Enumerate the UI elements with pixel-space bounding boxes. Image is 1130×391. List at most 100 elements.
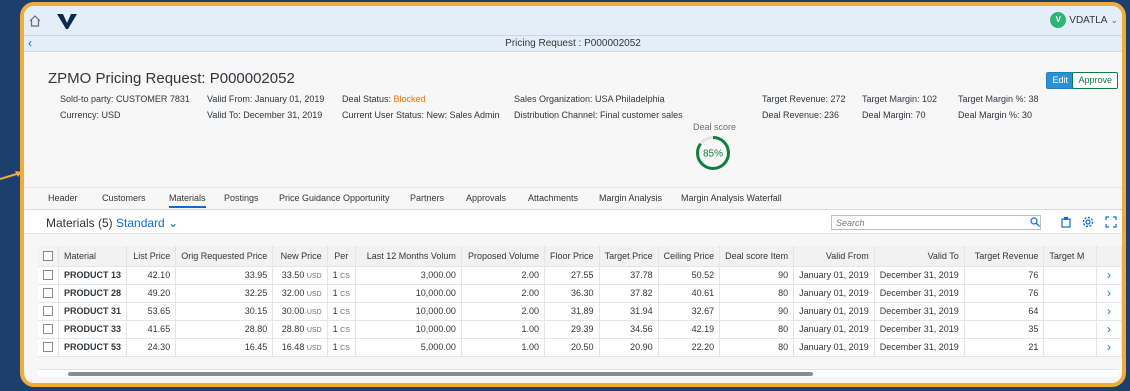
- new-price-value: 33.50: [281, 270, 305, 280]
- chevron-right-icon[interactable]: ›: [1096, 338, 1122, 357]
- variant-selector[interactable]: Standard ⌄: [116, 216, 178, 230]
- new-price-value: 28.80: [281, 324, 305, 334]
- brand-logo[interactable]: [56, 11, 78, 31]
- tab-materials[interactable]: Materials: [169, 193, 206, 208]
- user-menu[interactable]: V VDATLA ⌄: [1050, 12, 1118, 28]
- cell-target-margin: [1043, 320, 1097, 339]
- column-header[interactable]: Target Revenue: [964, 246, 1045, 267]
- column-header[interactable]: Per: [327, 246, 356, 267]
- shell-bar: V VDATLA ⌄: [24, 6, 1122, 36]
- chevron-right-icon[interactable]: ›: [1096, 320, 1122, 339]
- gear-icon[interactable]: [1082, 216, 1094, 228]
- user-name: VDATLA: [1069, 14, 1108, 26]
- table-toolbar: Materials (5) Standard ⌄: [24, 210, 1122, 234]
- sales-organization: Sales Organization: USA Philadelphia: [514, 94, 665, 104]
- approve-button[interactable]: Approve: [1072, 72, 1118, 89]
- per-value: 1: [332, 270, 338, 280]
- home-icon[interactable]: [28, 14, 42, 28]
- table-row[interactable]: PRODUCT 53 24.30 16.45 16.48 USD 1 CS 5,000.0…: [38, 338, 1122, 357]
- tab-postings[interactable]: Postings: [224, 193, 259, 203]
- tab-partners[interactable]: Partners: [410, 193, 444, 203]
- cell-new-price: 30.00 USD: [272, 302, 328, 321]
- cell-valid-from: January 01, 2019: [793, 266, 875, 285]
- horizontal-scrollbar[interactable]: [38, 369, 1118, 377]
- back-icon[interactable]: ‹: [28, 36, 32, 51]
- deal-score-value: 85%: [703, 149, 723, 160]
- tab-attachments[interactable]: Attachments: [528, 193, 578, 203]
- tab-header[interactable]: Header: [48, 193, 78, 203]
- chevron-right-icon[interactable]: ›: [1096, 266, 1122, 285]
- cell-target-margin: [1043, 302, 1097, 321]
- fullscreen-icon[interactable]: [1105, 216, 1117, 228]
- cell-target-revenue: 64: [964, 302, 1045, 321]
- row-checkbox[interactable]: [38, 284, 59, 303]
- cell-floor: 27.55: [544, 266, 600, 285]
- column-header[interactable]: Target M: [1043, 246, 1097, 267]
- cell-last12: 5,000.00: [355, 338, 462, 357]
- tab-customers[interactable]: Customers: [102, 193, 146, 203]
- cell-target: 31.94: [599, 302, 659, 321]
- edit-button[interactable]: Edit: [1046, 72, 1074, 89]
- deal-revenue: Deal Revenue: 236: [762, 110, 840, 120]
- currency-unit: USD: [306, 309, 322, 316]
- cell-per: 1 CS: [327, 302, 356, 321]
- chevron-right-icon[interactable]: ›: [1096, 284, 1122, 303]
- cell-target: 34.56: [599, 320, 659, 339]
- column-header[interactable]: New Price: [272, 246, 328, 267]
- cell-ceiling: 40.61: [658, 284, 721, 303]
- column-header[interactable]: List Price: [126, 246, 177, 267]
- row-checkbox[interactable]: [38, 266, 59, 285]
- chevron-right-icon[interactable]: ›: [1096, 302, 1122, 321]
- cell-list-price: 42.10: [126, 266, 177, 285]
- cell-target-revenue: 21: [964, 338, 1045, 357]
- column-header[interactable]: Deal score Item: [719, 246, 795, 267]
- cell-per: 1 CS: [327, 320, 356, 339]
- column-header[interactable]: Valid To: [874, 246, 965, 267]
- column-header[interactable]: Orig Requested Price: [175, 246, 274, 267]
- search-icon[interactable]: [1030, 217, 1040, 227]
- column-header[interactable]: Target Price: [599, 246, 659, 267]
- column-header[interactable]: Material: [58, 246, 128, 267]
- deal-margin: Deal Margin: 70: [862, 110, 926, 120]
- valid-from: Valid From: January 01, 2019: [207, 94, 325, 104]
- cell-target: 37.78: [599, 266, 659, 285]
- cell-material: PRODUCT 28: [58, 284, 128, 303]
- tab-margin-analysis[interactable]: Margin Analysis: [599, 193, 662, 203]
- column-header[interactable]: Floor Price: [544, 246, 600, 267]
- scrollbar-thumb[interactable]: [68, 372, 813, 376]
- search-input[interactable]: [831, 215, 1041, 230]
- row-checkbox[interactable]: [38, 338, 59, 357]
- new-price-value: 30.00: [281, 306, 305, 316]
- cell-last12: 10,000.00: [355, 284, 462, 303]
- user-status: Current User Status: New: Sales Admin: [342, 110, 500, 120]
- column-header[interactable]: Last 12 Months Volum: [355, 246, 462, 267]
- cell-target-revenue: 76: [964, 266, 1045, 285]
- currency-unit: USD: [306, 291, 322, 298]
- per-value: 1: [332, 324, 338, 334]
- cell-new-price: 28.80 USD: [272, 320, 328, 339]
- column-header[interactable]: Proposed Volume: [461, 246, 546, 267]
- tab-margin-analysis-waterfall[interactable]: Margin Analysis Waterfall: [681, 193, 782, 203]
- cell-valid-to: December 31, 2019: [874, 338, 965, 357]
- cell-per: 1 CS: [327, 338, 356, 357]
- table-row[interactable]: PRODUCT 33 41.65 28.80 28.80 USD 1 CS 10,000.…: [38, 320, 1122, 339]
- tab-price-guidance[interactable]: Price Guidance Opportunity: [279, 193, 390, 203]
- table-row[interactable]: PRODUCT 13 42.10 33.95 33.50 USD 1 CS 3,000.0…: [38, 266, 1122, 285]
- table-row[interactable]: PRODUCT 31 53.65 30.15 30.00 USD 1 CS 10,000.…: [38, 302, 1122, 321]
- target-margin: Target Margin: 102: [862, 94, 938, 104]
- export-icon[interactable]: [1060, 216, 1072, 228]
- app-window: V VDATLA ⌄ ‹ Pricing Request : P00000205…: [20, 2, 1126, 387]
- cell-last12: 3,000.00: [355, 266, 462, 285]
- table-row[interactable]: PRODUCT 28 49.20 32.25 32.00 USD 1 CS 10,000.…: [38, 284, 1122, 303]
- column-header[interactable]: Ceiling Price: [658, 246, 721, 267]
- tab-approvals[interactable]: Approvals: [466, 193, 506, 203]
- row-checkbox[interactable]: [38, 302, 59, 321]
- row-checkbox[interactable]: [38, 320, 59, 339]
- cell-last12: 10,000.00: [355, 320, 462, 339]
- per-value: 1: [332, 306, 338, 316]
- target-margin-pct: Target Margin %: 38: [958, 94, 1039, 104]
- cell-orig-price: 33.95: [175, 266, 274, 285]
- select-all-checkbox[interactable]: [38, 246, 59, 267]
- column-header[interactable]: Valid From: [793, 246, 875, 267]
- cell-score: 90: [719, 266, 795, 285]
